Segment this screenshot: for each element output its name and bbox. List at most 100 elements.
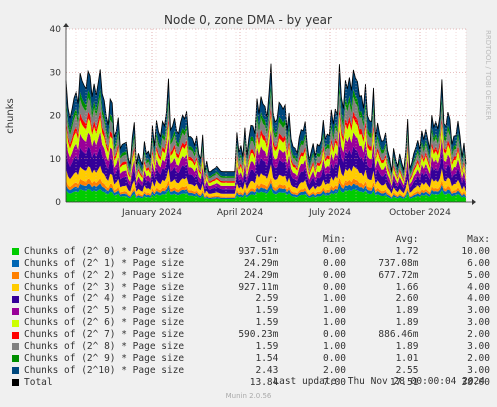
legend-min: 0.00: [323, 245, 346, 257]
legend-avg: 886.46m: [378, 329, 419, 341]
legend-cur: 1.59: [255, 341, 279, 353]
legend-swatch: [12, 307, 19, 315]
y-tick-label: 30: [50, 68, 62, 78]
legend-swatch: [12, 331, 19, 339]
legend-min: 1.00: [323, 293, 346, 305]
legend-min: 0.00: [323, 257, 346, 269]
legend-swatch: [12, 379, 19, 387]
legend-min: 1.00: [323, 317, 346, 329]
x-tick-label: October 2024: [389, 208, 451, 218]
legend-row: Chunks of (2^ 7) * Page size 590.23m 0.00 8…: [12, 329, 490, 341]
legend-cur: 937.51m: [238, 245, 279, 257]
legend-cur: 1.59: [255, 305, 279, 317]
chart-title: Node 0, zone DMA - by year: [164, 13, 332, 27]
y-tick-label: 20: [50, 112, 62, 122]
legend-swatch: [12, 248, 19, 256]
legend-min: 0.00: [323, 269, 346, 281]
y-tick-label: 40: [50, 25, 62, 35]
legend-name: Chunks of (2^ 2) * Page size: [24, 269, 185, 281]
legend-min: 1.00: [323, 341, 346, 353]
header-max: Max:: [467, 234, 490, 245]
legend-min: 0.00: [323, 281, 346, 293]
legend-avg: 1.01: [395, 352, 419, 364]
legend-max: 3.00: [467, 305, 490, 317]
legend-min: 2.00: [323, 364, 346, 376]
legend-swatch: [12, 272, 19, 280]
legend-name: Chunks of (2^ 5) * Page size: [24, 305, 185, 317]
legend-max: 3.00: [467, 317, 490, 329]
legend-avg: 1.89: [395, 305, 419, 317]
legend-row: Chunks of (2^ 4) * Page size 2.59 1.00 2.60…: [12, 293, 490, 305]
last-update: Last update: Thu Nov 28 00:00:04 2024: [273, 376, 485, 387]
legend-swatch: [12, 367, 19, 375]
legend-row: Chunks of (2^ 8) * Page size 1.59 1.00 1.89…: [12, 341, 490, 353]
legend-swatch: [12, 284, 19, 291]
legend-name: Chunks of (2^10) * Page size: [24, 364, 185, 376]
legend-name: Chunks of (2^ 4) * Page size: [24, 293, 185, 305]
legend-cur: 24.29m: [244, 269, 279, 281]
legend-avg: 1.72: [395, 245, 419, 257]
header-avg: Avg:: [395, 234, 419, 245]
legend-avg: 1.89: [395, 317, 419, 329]
legend-name: Chunks of (2^ 9) * Page size: [24, 352, 185, 364]
legend-max: 3.00: [467, 364, 490, 376]
legend-swatch: [12, 343, 19, 351]
legend-name: Chunks of (2^ 0) * Page size: [24, 245, 185, 257]
legend-min: 0.00: [323, 352, 346, 364]
legend-cur: 2.43: [255, 364, 279, 376]
legend-avg: 1.66: [395, 281, 419, 293]
legend-max: 4.00: [467, 293, 490, 305]
legend-name: Chunks of (2^ 1) * Page size: [24, 257, 185, 269]
legend-cur: 2.59: [255, 293, 279, 305]
legend-min: 0.00: [323, 329, 346, 341]
legend-cur: 1.59: [255, 317, 279, 329]
legend-row: Chunks of (2^ 0) * Page size 937.51m 0.00 1…: [12, 246, 490, 258]
plot-area: 0 10 20 30 40 January 2024 April 2024 July 2024…: [50, 23, 476, 218]
legend-avg: 737.08m: [378, 257, 419, 269]
legend-max: 3.00: [467, 341, 490, 353]
legend-row: Chunks of (2^ 5) * Page size 1.59 1.00 1.89…: [12, 305, 490, 317]
legend-name: Chunks of (2^ 8) * Page size: [24, 341, 185, 353]
y-tick-label: 10: [50, 155, 62, 165]
legend-avg: 677.72m: [378, 269, 419, 281]
legend-swatch: [12, 319, 19, 327]
legend-swatch: [12, 260, 19, 268]
header-cur: Cur:: [255, 234, 279, 245]
legend-row: Chunks of (2^ 9) * Page size 1.54 0.00 1.01…: [12, 353, 490, 365]
legend-max: 2.00: [467, 352, 490, 364]
x-tick-label: April 2024: [217, 208, 264, 218]
legend-cur: 927.11m: [238, 281, 279, 293]
legend-row: Chunks of (2^ 6) * Page size 1.59 1.00 1.89…: [12, 317, 490, 329]
legend-row: Chunks of (2^10) * Page size 2.43 2.00 2.55…: [12, 365, 490, 377]
legend-avg: 2.55: [395, 364, 419, 376]
legend-cur: 590.23m: [238, 329, 279, 341]
legend-cur: 1.54: [255, 352, 279, 364]
legend-name: Chunks of (2^ 3) * Page size: [24, 281, 185, 293]
legend-cur: 24.29m: [244, 257, 279, 269]
legend-swatch: [12, 295, 19, 303]
legend-avg: 2.60: [395, 293, 419, 305]
legend-cur: 13.84: [249, 376, 279, 388]
legend: Cur: Min: Avg: Max: Chunks of (2^ 0) * P…: [12, 234, 490, 389]
watermark: RRDTOOL / TOBI OETIKER: [484, 30, 492, 120]
legend-name: Total: [24, 376, 53, 388]
legend-row: Chunks of (2^ 1) * Page size 24.29m 0.00 73…: [12, 258, 490, 270]
legend-avg: 1.89: [395, 341, 419, 353]
x-tick-label: January 2024: [121, 208, 182, 218]
header-min: Min:: [323, 234, 346, 245]
legend-max: 2.00: [467, 329, 490, 341]
legend-name: Chunks of (2^ 7) * Page size: [24, 329, 185, 341]
y-tick-label: 0: [55, 198, 61, 208]
legend-max: 6.00: [467, 257, 490, 269]
legend-min: 1.00: [323, 305, 346, 317]
legend-max: 5.00: [467, 269, 490, 281]
legend-row: Chunks of (2^ 2) * Page size 24.29m 0.00 67…: [12, 270, 490, 282]
legend-max: 10.00: [461, 245, 490, 257]
version-label: Munin 2.0.56: [225, 392, 272, 400]
legend-header: Cur: Min: Avg: Max:: [12, 234, 490, 246]
x-tick-label: July 2024: [308, 208, 351, 218]
legend-name: Chunks of (2^ 6) * Page size: [24, 317, 185, 329]
y-axis-label: chunks: [5, 98, 16, 134]
legend-row: Chunks of (2^ 3) * Page size 927.11m 0.00 1…: [12, 282, 490, 294]
legend-max: 4.00: [467, 281, 490, 293]
